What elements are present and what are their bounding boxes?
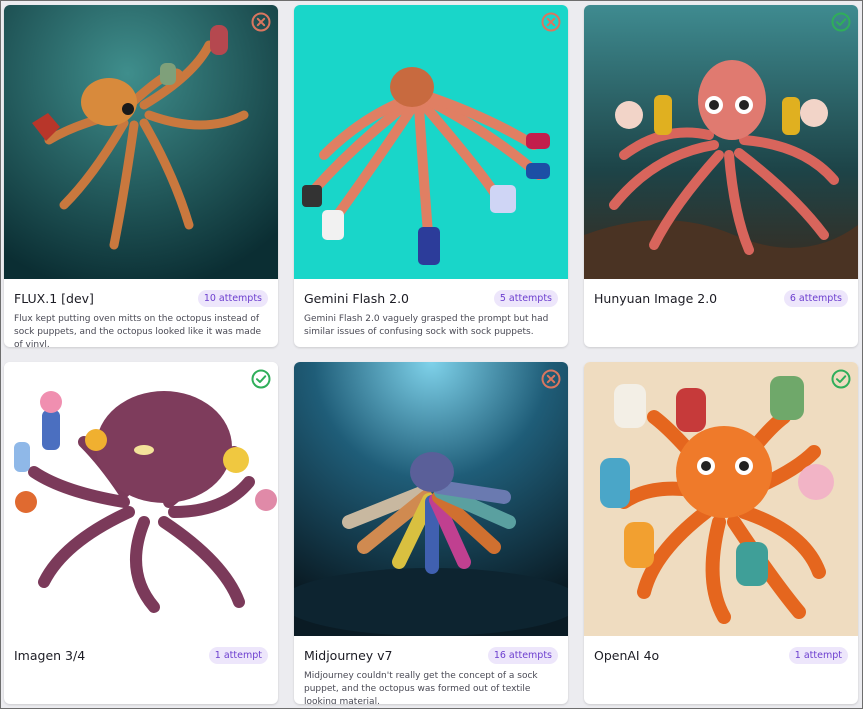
model-name: OpenAI 4o: [594, 648, 660, 663]
generated-image-flux[interactable]: [4, 5, 278, 279]
check-circle-icon: [830, 368, 852, 390]
x-circle-icon: [540, 368, 562, 390]
model-card-midjourney[interactable]: Midjourney v7 16 attempts Midjourney cou…: [294, 362, 568, 704]
result-description: Flux kept putting oven mitts on the octo…: [14, 314, 262, 347]
attempts-badge: 5 attempts: [493, 290, 558, 307]
generated-image-openai-4o[interactable]: [584, 362, 858, 636]
attempts-badge: 6 attempts: [783, 290, 848, 307]
generated-image-imagen[interactable]: [4, 362, 278, 636]
attempts-badge: 10 attempts: [197, 290, 268, 307]
attempts-badge: 1 attempt: [208, 647, 268, 664]
generated-image-midjourney[interactable]: [294, 362, 568, 636]
result-description: Gemini Flash 2.0 vaguely grasped the pro…: [304, 314, 549, 337]
model-name: Gemini Flash 2.0: [304, 291, 410, 306]
x-circle-icon: [540, 11, 562, 33]
check-circle-icon: [830, 11, 852, 33]
model-card-imagen[interactable]: Imagen 3/4 1 attempt: [4, 362, 278, 704]
model-name: FLUX.1 [dev]: [14, 291, 94, 306]
model-card-flux[interactable]: FLUX.1 [dev] 10 attempts Flux kept putti…: [4, 5, 278, 347]
model-card-hunyuan[interactable]: Hunyuan Image 2.0 6 attempts: [584, 5, 858, 347]
attempts-badge: 1 attempt: [788, 647, 848, 664]
check-circle-icon: [250, 368, 272, 390]
x-circle-icon: [250, 11, 272, 33]
generated-image-hunyuan[interactable]: [584, 5, 858, 279]
model-card-openai-4o[interactable]: OpenAI 4o 1 attempt: [584, 362, 858, 704]
attempts-badge: 16 attempts: [487, 647, 558, 664]
result-description: Midjourney couldn't really get the conce…: [304, 671, 538, 704]
model-name: Imagen 3/4: [14, 648, 86, 663]
generated-image-gemini[interactable]: [294, 5, 568, 279]
model-card-gemini[interactable]: Gemini Flash 2.0 5 attempts Gemini Flash…: [294, 5, 568, 347]
model-name: Midjourney v7: [304, 648, 393, 663]
model-name: Hunyuan Image 2.0: [594, 291, 718, 306]
model-comparison-grid: FLUX.1 [dev] 10 attempts Flux kept putti…: [0, 0, 863, 709]
